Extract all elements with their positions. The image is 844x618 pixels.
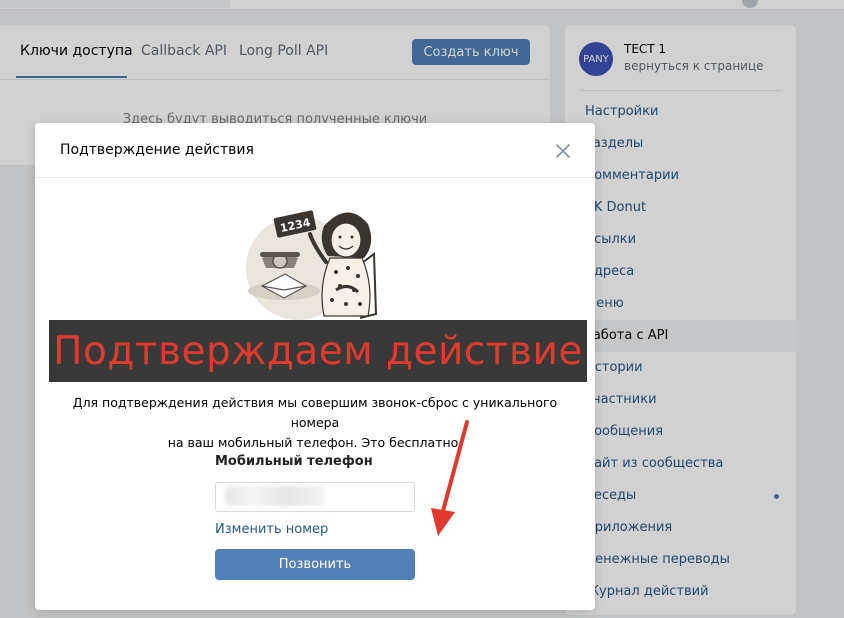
modal-title: Подтверждение действия — [60, 142, 254, 158]
description-line-1: Для подтверждения действия мы совершим з… — [72, 395, 558, 430]
description-line-2: на ваш мобильный телефон. Это бесплатно. — [167, 435, 463, 450]
phone-call-illustration-icon: 1234 — [246, 210, 378, 320]
phone-label: Мобильный телефон — [215, 454, 373, 469]
confirmation-description: Для подтверждения действия мы совершим з… — [55, 393, 575, 453]
close-button[interactable] — [551, 139, 575, 163]
phone-number-redacted — [225, 486, 325, 506]
change-number-link[interactable]: Изменить номер — [215, 522, 328, 537]
annotation-banner-text: Подтверждаем действие — [53, 328, 583, 374]
call-button[interactable]: Позвонить — [215, 549, 415, 580]
modal-header: Подтверждение действия — [35, 123, 595, 178]
annotation-banner: Подтверждаем действие — [49, 320, 587, 382]
close-icon — [556, 144, 570, 158]
